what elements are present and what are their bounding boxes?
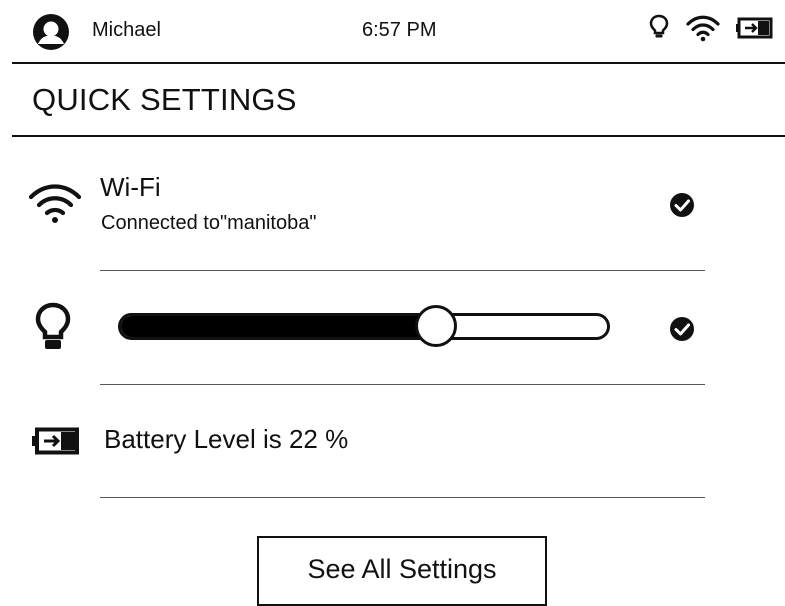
light-enabled-check-icon[interactable] <box>668 315 696 343</box>
lightbulb-icon <box>649 14 669 38</box>
row-divider <box>100 497 705 498</box>
clock: 6:57 PM <box>362 19 437 41</box>
title-divider <box>12 135 785 137</box>
lightbulb-icon <box>35 302 71 349</box>
page-title: QUICK SETTINGS <box>32 82 297 117</box>
wifi-icon <box>28 184 82 223</box>
header-divider <box>12 62 785 64</box>
wifi-status: Connected to"manitoba" <box>101 212 317 234</box>
battery-charging-icon <box>32 427 79 455</box>
wifi-enabled-check-icon[interactable] <box>668 191 696 219</box>
brightness-slider-fill <box>121 316 439 337</box>
brightness-slider[interactable] <box>118 313 610 340</box>
status-bar: Michael 6:57 PM <box>0 0 785 63</box>
row-divider <box>100 384 705 385</box>
avatar-icon[interactable] <box>32 13 70 51</box>
battery-charging-icon <box>736 17 773 39</box>
row-divider <box>100 270 705 271</box>
brightness-slider-thumb[interactable] <box>415 305 457 347</box>
user-name: Michael <box>92 19 161 41</box>
battery-level-text: Battery Level is 22 % <box>104 424 349 454</box>
wifi-label: Wi-Fi <box>100 172 161 202</box>
see-all-settings-button[interactable]: See All Settings <box>257 536 547 606</box>
wifi-icon <box>686 15 720 42</box>
